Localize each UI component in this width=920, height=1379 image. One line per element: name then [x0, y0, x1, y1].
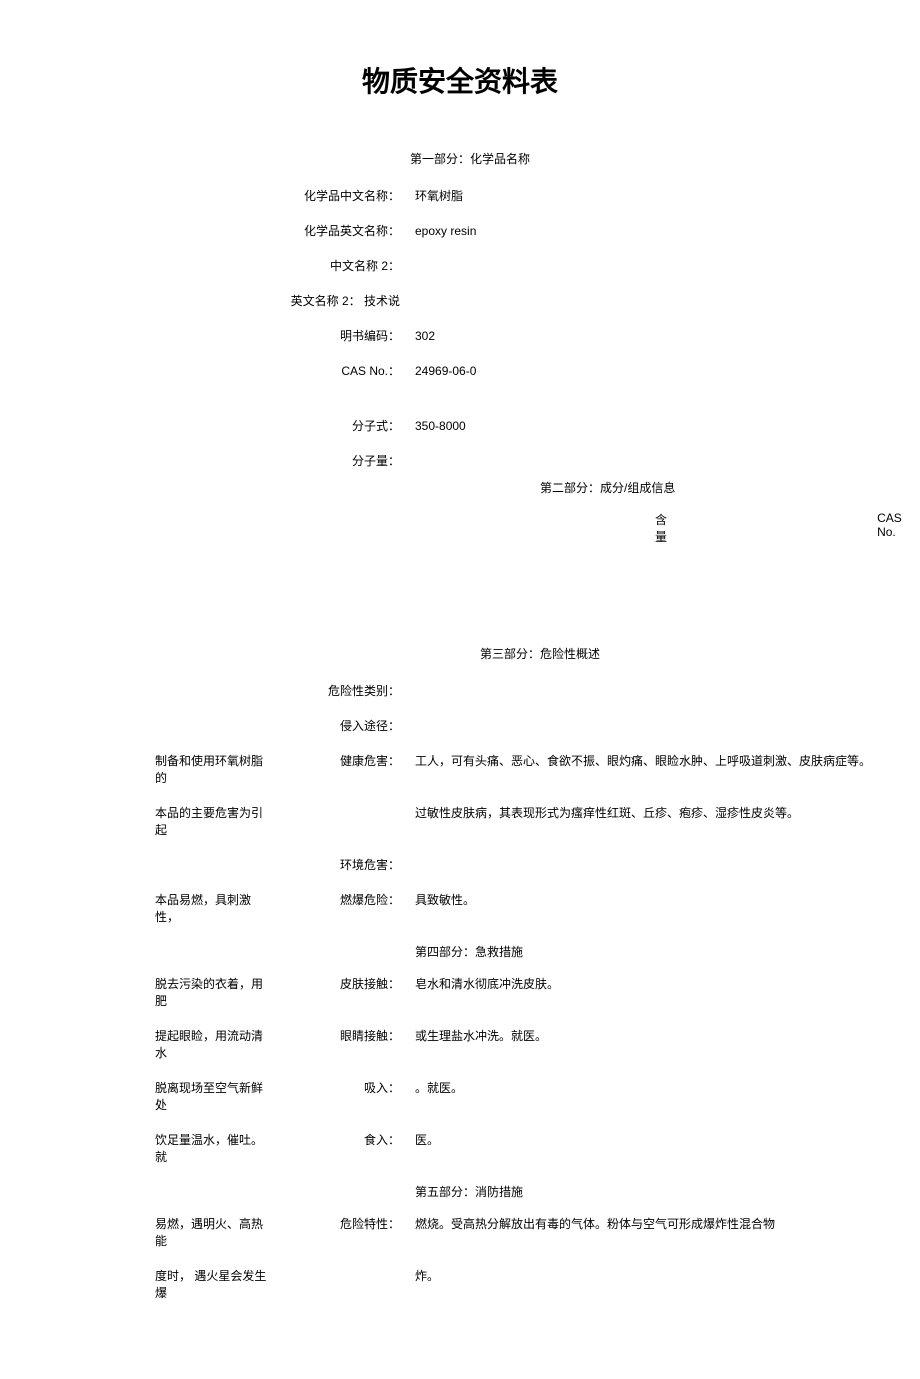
danger-value-1: 燃烧。受高热分解放出有毒的气体。粉体与空气可形成爆炸性混合物: [415, 1215, 920, 1232]
row-cas: CAS No.： 24969-06-0: [0, 362, 920, 379]
row-hazard-category: 危险性类别：: [0, 682, 920, 699]
row-manual-code: 明书编码： 302: [0, 327, 920, 344]
row-formula: 分子式： 350-8000: [0, 417, 920, 434]
health-left-1: 制备和使用环氧树脂的: [0, 752, 270, 786]
env-label: 环境危害：: [0, 856, 415, 873]
row-skin: 脱去污染的衣着，用肥 皮肤接触： 皂水和清水彻底冲洗皮肤。: [0, 975, 920, 1009]
skin-label: 皮肤接触：: [270, 975, 415, 992]
ingest-left: 饮足量温水，催吐。就: [0, 1131, 270, 1165]
row-chinese-name2: 中文名称 2：: [0, 257, 920, 274]
eye-label: 眼睛接触：: [270, 1027, 415, 1044]
hazard-category-label: 危险性类别：: [0, 682, 415, 699]
row-weight: 分子量：: [0, 452, 920, 469]
cas-header-label: CAS No.: [877, 511, 920, 545]
chinese-name-label: 化学品中文名称：: [0, 187, 415, 204]
inhale-label: 吸入：: [270, 1079, 415, 1096]
row-fire: 本品易燃，具刺激性， 燃爆危险： 具致敏性。: [0, 891, 920, 925]
inhale-value: 。就医。: [415, 1079, 920, 1096]
manual-code-label: 明书编码：: [0, 327, 415, 344]
row-english-name2: 英文名称 2： 技术说: [0, 292, 920, 309]
section-2-header: 第二部分：成分/组成信息: [540, 479, 920, 496]
danger-left-2: 度时， 遇火星会发生爆: [0, 1267, 270, 1301]
section-5-header: 第五部分：消防措施: [415, 1183, 920, 1200]
manual-code-value: 302: [415, 329, 920, 343]
eye-value: 或生理盐水冲洗。就医。: [415, 1027, 920, 1044]
fire-label: 燃爆危险：: [270, 891, 415, 908]
danger-left-1: 易燃，遇明火、高热能: [0, 1215, 270, 1249]
inhale-left: 脱离现场至空气新鲜处: [0, 1079, 270, 1113]
row-ingest: 饮足量温水，催吐。就 食入： 医。: [0, 1131, 920, 1165]
row-danger-2: 度时， 遇火星会发生爆 炸。: [0, 1267, 920, 1301]
row-invasion: 侵入途径：: [0, 717, 920, 734]
english-name-value: epoxy resin: [415, 224, 920, 238]
english-name-label: 化学品英文名称：: [0, 222, 415, 239]
row-health-1: 制备和使用环氧树脂的 健康危害： 工人，可有头痛、恶心、食欲不振、眼灼痛、眼睑水…: [0, 752, 920, 786]
chinese-name2-label: 中文名称 2：: [0, 257, 415, 274]
chinese-name-value: 环氧树脂: [415, 187, 920, 204]
health-value-2: 过敏性皮肤病，其表现形式为瘙痒性红斑、丘疹、疱疹、湿疹性皮炎等。: [415, 804, 920, 821]
row-inhale: 脱离现场至空气新鲜处 吸入： 。就医。: [0, 1079, 920, 1113]
invasion-label: 侵入途径：: [0, 717, 415, 734]
row-chinese-name: 化学品中文名称： 环氧树脂: [0, 187, 920, 204]
eye-left: 提起眼睑，用流动清水: [0, 1027, 270, 1061]
skin-value: 皂水和清水彻底冲洗皮肤。: [415, 975, 920, 992]
formula-label: 分子式：: [0, 417, 415, 434]
composition-header-row: 含量 CAS No.: [0, 511, 920, 545]
weight-value: 350-8000: [415, 419, 920, 433]
content-label: 含量: [655, 511, 677, 545]
health-left-2: 本品的主要危害为引起: [0, 804, 270, 838]
row-eye: 提起眼睑，用流动清水 眼睛接触： 或生理盐水冲洗。就医。: [0, 1027, 920, 1061]
danger-value-2: 炸。: [415, 1267, 920, 1284]
ingest-value: 医。: [415, 1131, 920, 1148]
section-3-header: 第三部分：危险性概述: [480, 645, 920, 662]
cas-label: CAS No.：: [0, 362, 415, 379]
english-name2-label: 英文名称 2： 技术说: [0, 292, 415, 309]
weight-label: 分子量：: [0, 452, 415, 469]
health-value-1: 工人，可有头痛、恶心、食欲不振、眼灼痛、眼睑水肿、上呼吸道刺激、皮肤病症等。: [415, 752, 920, 769]
fire-value: 具致敏性。: [415, 891, 920, 908]
cas-value: 24969-06-0: [415, 364, 920, 378]
section-4-header: 第四部分：急救措施: [415, 943, 920, 960]
fire-left: 本品易燃，具刺激性，: [0, 891, 270, 925]
health-label: 健康危害：: [270, 752, 415, 769]
row-health-2: 本品的主要危害为引起 过敏性皮肤病，其表现形式为瘙痒性红斑、丘疹、疱疹、湿疹性皮…: [0, 804, 920, 838]
ingest-label: 食入：: [270, 1131, 415, 1148]
section-1-header: 第一部分：化学品名称: [20, 150, 920, 167]
row-english-name: 化学品英文名称： epoxy resin: [0, 222, 920, 239]
row-danger-1: 易燃，遇明火、高热能 危险特性： 燃烧。受高热分解放出有毒的气体。粉体与空气可形…: [0, 1215, 920, 1249]
document-title: 物质安全资料表: [0, 60, 920, 100]
row-env: 环境危害：: [0, 856, 920, 873]
skin-left: 脱去污染的衣着，用肥: [0, 975, 270, 1009]
danger-label: 危险特性：: [270, 1215, 415, 1232]
